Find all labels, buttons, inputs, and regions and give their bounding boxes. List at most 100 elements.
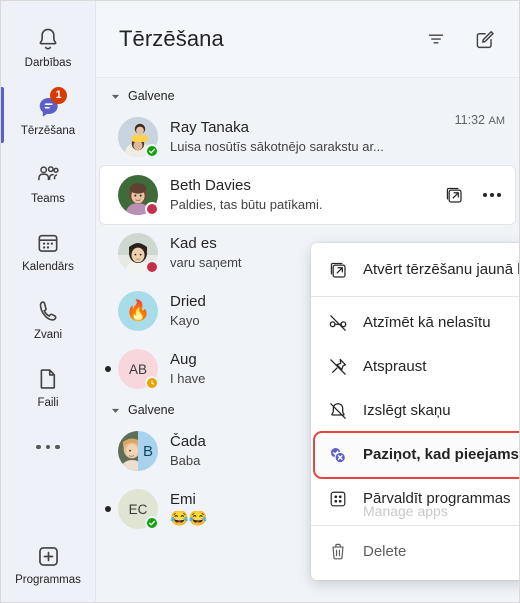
context-menu-item-mark-unread[interactable]: Atzīmēt kā nelasītu xyxy=(311,301,519,345)
context-menu-item-delete[interactable]: Delete xyxy=(311,530,519,574)
open-in-new-window-icon[interactable] xyxy=(443,184,465,206)
context-menu-item-open-new-window[interactable]: Atvērt tērzēšanu jaunā logā xyxy=(311,248,519,292)
app-rail: Darbības 1 Tērzēšana Teams Kalendārs Zva… xyxy=(1,1,96,602)
chat-item-preview: Luisa nosūtīs sākotnējo sarakstu ar... xyxy=(170,139,384,154)
avatar xyxy=(118,117,159,158)
rail-item-label: Zvani xyxy=(33,329,63,341)
presence-available-icon xyxy=(145,144,159,158)
more-dot xyxy=(36,444,41,450)
chat-item-time: 11:32 xyxy=(454,113,486,127)
context-menu-item-mute[interactable]: Izslēgt skaņu xyxy=(311,389,519,433)
avatar: EC xyxy=(118,489,159,530)
teams-icon xyxy=(33,160,63,190)
unread-indicator xyxy=(105,366,111,372)
chat-header: Tērzēšana xyxy=(96,1,519,78)
avatar: 🔥 xyxy=(118,291,158,331)
rail-item-label: Tērzēšana xyxy=(20,125,76,137)
compose-icon[interactable] xyxy=(471,26,497,52)
header-actions xyxy=(423,26,497,52)
avatar-photo xyxy=(118,431,138,471)
presence-busy-icon xyxy=(145,202,159,216)
context-menu-item-manage-apps[interactable]: Manage apps Pārvaldīt programmas xyxy=(311,477,519,521)
mark-unread-icon xyxy=(327,312,349,334)
more-options-icon[interactable] xyxy=(483,193,501,197)
chat-group-header[interactable]: Galvene xyxy=(96,84,519,108)
notify-when-available-icon xyxy=(327,444,349,466)
presence-available-icon xyxy=(145,516,159,530)
avatar-initials-text: EC xyxy=(128,501,148,517)
rail-item-files[interactable]: Faili xyxy=(1,353,96,421)
page-title: Tērzēšana xyxy=(119,26,224,51)
rail-item-activity[interactable]: Darbības xyxy=(1,13,96,81)
avatar-initials: B xyxy=(138,431,158,471)
fire-emoji: 🔥 xyxy=(125,300,151,322)
manage-apps-icon xyxy=(327,488,349,510)
plus-box-icon xyxy=(33,541,63,571)
chat-item-name: Beth Davies xyxy=(170,177,251,194)
context-menu-item-label: Atzīmēt kā nelasītu xyxy=(363,314,491,331)
file-icon xyxy=(33,364,63,394)
chat-group-label: Galvene xyxy=(128,89,175,103)
rail-item-calls[interactable]: Zvani xyxy=(1,285,96,353)
chat-item-text: Ray Tanaka Luisa nosūtīs sākotnējo sarak… xyxy=(170,119,447,155)
unread-indicator xyxy=(105,506,111,512)
context-menu-item-label: Izslēgt skaņu xyxy=(363,402,451,419)
rail-item-label: Programmas xyxy=(15,574,81,586)
open-in-new-window-icon xyxy=(327,259,349,281)
avatar: AB xyxy=(118,349,159,390)
context-menu-item-label: Pārvaldīt programmas xyxy=(363,490,511,507)
more-dot xyxy=(483,193,487,197)
avatar xyxy=(118,175,159,216)
chat-item-preview: Paldies, tas būtu patīkami. xyxy=(170,197,323,212)
mute-icon xyxy=(327,400,349,422)
filter-icon[interactable] xyxy=(423,26,449,52)
presence-away-icon xyxy=(145,376,159,390)
active-accent-bar xyxy=(1,87,4,143)
rail-more-button[interactable] xyxy=(1,421,96,473)
chat-unread-badge: 1 xyxy=(50,87,67,104)
context-menu-separator xyxy=(311,525,519,526)
avatar-emoji: 🔥 xyxy=(118,291,158,331)
avatar-initials-text: B xyxy=(142,442,153,460)
teams-window: Darbības 1 Tērzēšana Teams Kalendārs Zva… xyxy=(0,0,520,603)
chat-item-ampm: AM xyxy=(488,115,506,127)
chat-pane: Tērzēšana Galvene Ray Tanaka Luisa nosūt… xyxy=(96,1,519,602)
rail-item-label: Faili xyxy=(37,397,59,409)
bell-icon xyxy=(33,24,63,54)
rail-item-teams[interactable]: Teams xyxy=(1,149,96,217)
chevron-down-icon xyxy=(110,405,120,415)
context-menu-item-notify-when-available[interactable]: Paziņot, kad pieejams xyxy=(313,431,519,479)
chat-icon: 1 xyxy=(33,87,67,122)
rail-item-calendar[interactable]: Kalendārs xyxy=(1,217,96,285)
more-dot xyxy=(490,193,494,197)
chat-item-actions xyxy=(443,184,501,206)
more-dot xyxy=(497,193,501,197)
unpin-icon xyxy=(327,356,349,378)
phone-icon xyxy=(33,296,63,326)
context-menu-item-label: Paziņot, kad pieejams xyxy=(363,446,519,463)
chat-context-menu[interactable]: Atvērt tērzēšanu jaunā logā Atzīmēt kā n… xyxy=(311,243,519,580)
avatar-initials-text: AB xyxy=(128,361,147,377)
rail-item-apps[interactable]: Programmas xyxy=(1,530,96,598)
avatar xyxy=(118,233,159,274)
chat-list-item[interactable]: Ray Tanaka Luisa nosūtīs sākotnējo sarak… xyxy=(96,108,519,166)
context-menu-item-label: Atvērt tērzēšanu jaunā logā xyxy=(363,261,519,278)
more-dot xyxy=(45,444,51,450)
more-dot xyxy=(55,444,60,450)
chat-item-name: Ray Tanaka xyxy=(170,119,249,136)
avatar: B xyxy=(118,431,158,471)
rail-item-chat[interactable]: 1 Tērzēšana xyxy=(1,81,96,149)
chat-group-label: Galvene xyxy=(128,403,175,417)
chevron-down-icon xyxy=(110,91,120,101)
avatar-group: B xyxy=(118,431,158,471)
chat-list-item-selected[interactable]: Beth Davies Paldies, tas būtu patīkami. xyxy=(100,166,515,224)
rail-item-label: Kalendārs xyxy=(22,261,74,273)
context-menu-item-unpin[interactable]: Atspraust xyxy=(311,345,519,389)
presence-busy-icon xyxy=(145,260,159,274)
trash-icon xyxy=(327,541,349,563)
chat-item-timestamp: 11:32 AM xyxy=(455,108,505,127)
rail-item-label: Darbības xyxy=(24,57,72,69)
calendar-icon xyxy=(33,228,63,258)
context-menu-separator xyxy=(311,296,519,297)
rail-item-label: Teams xyxy=(31,193,65,205)
